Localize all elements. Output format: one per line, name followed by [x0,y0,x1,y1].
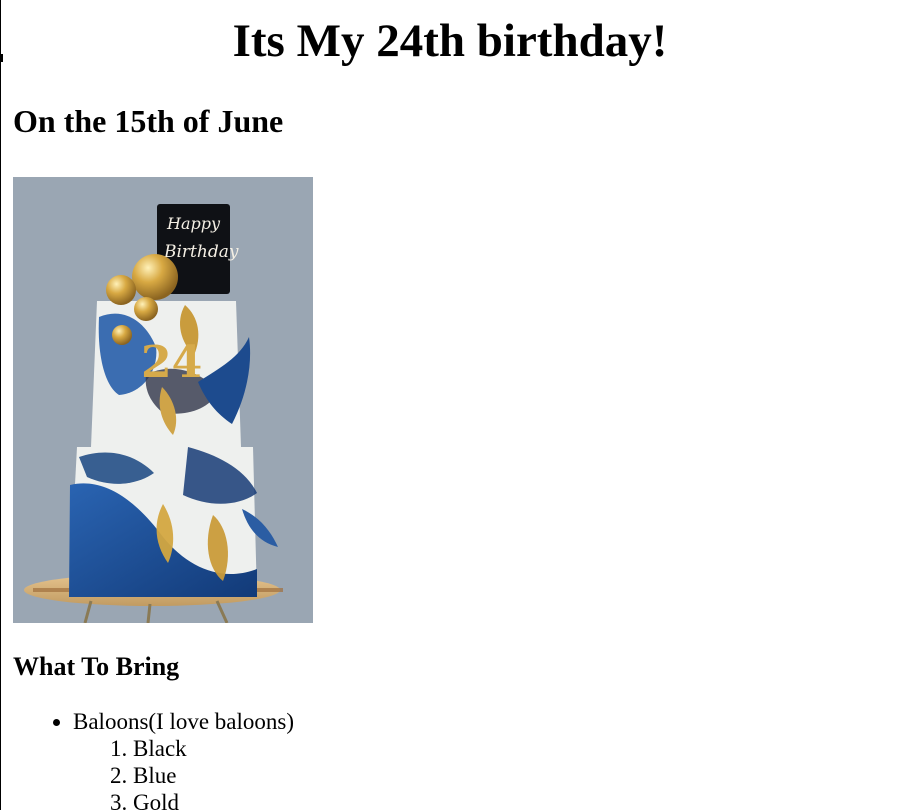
cake-number-24: 24 [141,337,202,388]
gold-sphere-small [134,297,158,321]
topper-text-line2: Birthday [163,242,239,262]
topper-text-line1: Happy [166,214,221,233]
bring-item-label: Baloons(I love baloons) [73,709,295,734]
balloon-color-blue: Blue [133,762,887,789]
birthday-cake-image: 24 Happy Birthday [13,177,313,623]
page-subtitle: On the 15th of June [13,103,284,139]
page-content: Its My 24th birthday! On the 15th of Jun… [13,0,887,810]
gold-sphere-large [132,254,178,300]
balloon-color-list: Black Blue Gold [73,735,887,810]
table-leg-center [146,603,152,623]
balloon-color-black: Black [133,735,887,762]
left-border-mark [0,54,3,62]
bring-list: Baloons(I love baloons) Black Blue Gold [13,708,887,810]
left-border [0,0,1,810]
bring-item-baloons: Baloons(I love baloons) Black Blue Gold [73,708,887,810]
section-title-what-to-bring: What To Bring [13,652,180,681]
balloon-color-gold: Gold [133,789,887,810]
page-title: Its My 24th birthday! [232,15,668,67]
gold-sphere-tiny [112,325,132,345]
cake-illustration: 24 Happy Birthday [13,177,313,623]
gold-sphere-medium [106,275,136,305]
